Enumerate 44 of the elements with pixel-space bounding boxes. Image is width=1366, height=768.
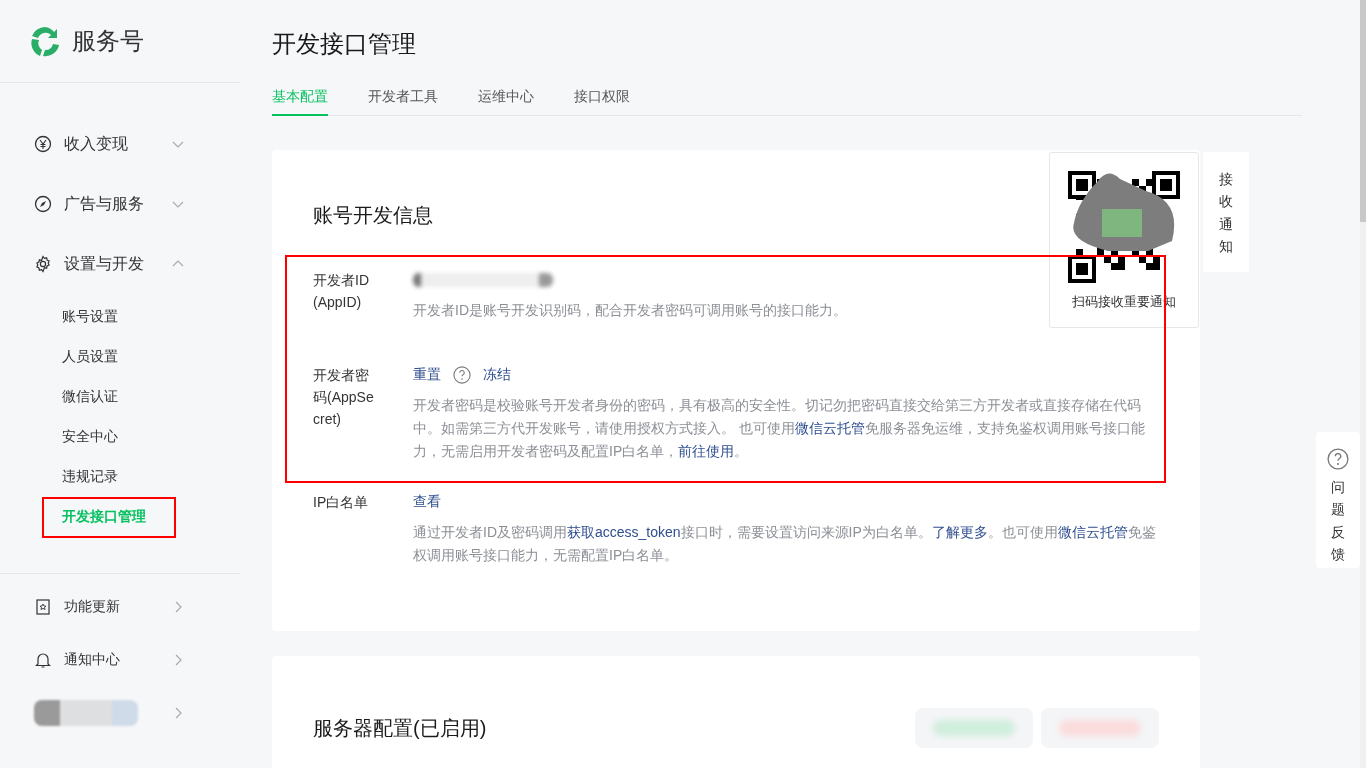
submenu-item[interactable]: 微信认证: [42, 376, 176, 418]
blurred-button[interactable]: [1041, 708, 1159, 748]
help-icon[interactable]: [1327, 448, 1349, 470]
card-title: 服务器配置(已启用): [313, 715, 487, 741]
link[interactable]: 前往使用: [678, 443, 735, 459]
tab[interactable]: 开发者工具: [368, 82, 438, 116]
action-link[interactable]: 冻结: [483, 366, 511, 384]
menu-item[interactable]: 广告与服务: [0, 174, 240, 234]
field-label: 开发者密码(AppSecret): [313, 366, 375, 429]
book-icon: [34, 597, 52, 616]
menu-item[interactable]: 功能更新: [0, 580, 240, 633]
menu-item[interactable]: 收入变现: [0, 114, 240, 174]
submenu-item[interactable]: 账号设置: [42, 296, 176, 338]
link[interactable]: 微信云托管: [1057, 524, 1128, 540]
compass-icon: [34, 195, 52, 213]
logo-text: 服务号: [72, 26, 144, 56]
action-link[interactable]: 查看: [413, 493, 441, 511]
submenu-item[interactable]: 人员设置: [42, 336, 176, 378]
card-title: 账号开发信息: [313, 203, 434, 228]
field-description: 开发者ID是账号开发识别码，配合开发者密码可调用账号的接口能力。: [413, 301, 847, 320]
submenu-item[interactable]: 安全中心: [42, 416, 176, 458]
field-label: IP白名单: [313, 493, 370, 512]
link[interactable]: 获取access_token: [567, 524, 681, 540]
tab[interactable]: 接口权限: [574, 82, 630, 116]
action-link[interactable]: 重置: [413, 366, 441, 384]
link[interactable]: 微信云托管: [794, 420, 865, 436]
link[interactable]: 了解更多: [931, 524, 988, 540]
logo-icon: [28, 24, 62, 58]
menu-item[interactable]: 设置与开发: [0, 234, 240, 294]
blurred-button[interactable]: [915, 708, 1033, 748]
notify-tab[interactable]: 接收通知: [1203, 152, 1249, 272]
scrollbar-thumb[interactable]: [1360, 0, 1366, 222]
settings-icon: [34, 255, 52, 273]
bell-icon: [34, 650, 52, 669]
tab[interactable]: 运维中心: [478, 82, 534, 116]
help-icon[interactable]: [453, 366, 471, 384]
submenu-item[interactable]: 违规记录: [42, 456, 176, 498]
field-description: 通过开发者ID及密码调用获取access_token接口时，需要设置访问来源IP为白名单。了解更多。也可使用微信云托管免鉴权调用账号接口能力，无需配置IP白名单。: [413, 523, 1157, 565]
field-description: 开发者密码是校验账号开发者身份的密码，具有极高的安全性。切记勿把密码直接交给第三方开发者或直接存储在代码中。如需第三方代开发账号，请使用授权方式接入。 也可使用微信云托管免服务器免运维，支持免鉴权调用账号接口能力，无需启用开发者密码及配置IP白名单，前往使用。: [413, 396, 1146, 461]
feedback-button[interactable]: 问题反馈: [1316, 432, 1360, 568]
menu-item[interactable]: 通知中心: [0, 633, 240, 686]
page-title: 开发接口管理: [272, 29, 417, 59]
yen-icon: [34, 135, 52, 153]
field-label: 开发者ID(AppID): [313, 271, 370, 312]
